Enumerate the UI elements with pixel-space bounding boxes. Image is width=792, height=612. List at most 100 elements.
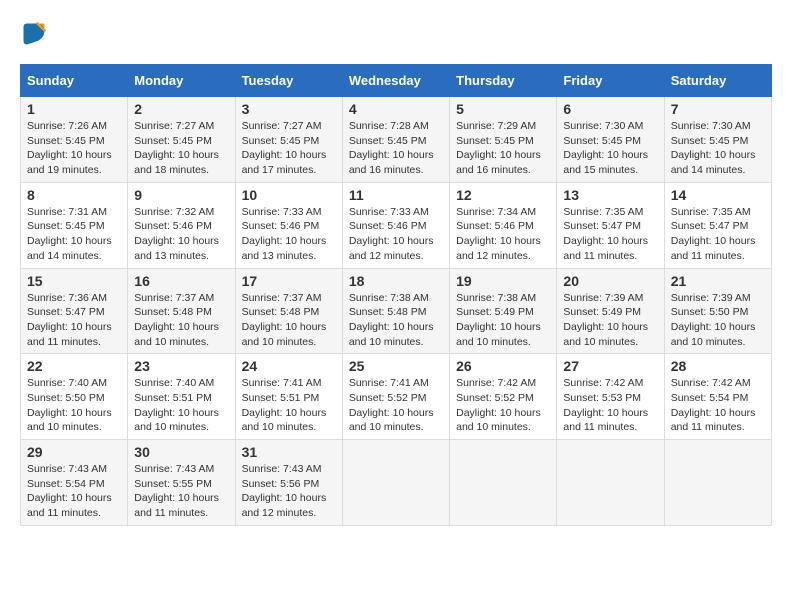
- header-cell-friday: Friday: [557, 65, 664, 97]
- day-info: Sunrise: 7:42 AMSunset: 5:54 PMDaylight:…: [671, 376, 765, 435]
- calendar-header: SundayMondayTuesdayWednesdayThursdayFrid…: [21, 65, 772, 97]
- day-number: 7: [671, 101, 765, 117]
- day-info: Sunrise: 7:33 AMSunset: 5:46 PMDaylight:…: [242, 205, 336, 264]
- calendar-cell: 23 Sunrise: 7:40 AMSunset: 5:51 PMDayligh…: [128, 354, 235, 440]
- day-number: 4: [349, 101, 443, 117]
- calendar-cell: 17 Sunrise: 7:37 AMSunset: 5:48 PMDayligh…: [235, 268, 342, 354]
- day-number: 18: [349, 273, 443, 289]
- day-info: Sunrise: 7:39 AMSunset: 5:49 PMDaylight:…: [563, 291, 657, 350]
- calendar-cell: [557, 440, 664, 526]
- day-number: 27: [563, 358, 657, 374]
- day-number: 26: [456, 358, 550, 374]
- day-number: 15: [27, 273, 121, 289]
- day-number: 22: [27, 358, 121, 374]
- calendar-cell: 15 Sunrise: 7:36 AMSunset: 5:47 PMDayligh…: [21, 268, 128, 354]
- day-info: Sunrise: 7:36 AMSunset: 5:47 PMDaylight:…: [27, 291, 121, 350]
- calendar-cell: 24 Sunrise: 7:41 AMSunset: 5:51 PMDayligh…: [235, 354, 342, 440]
- calendar-cell: 3 Sunrise: 7:27 AMSunset: 5:45 PMDaylight…: [235, 97, 342, 183]
- header-cell-tuesday: Tuesday: [235, 65, 342, 97]
- day-info: Sunrise: 7:27 AMSunset: 5:45 PMDaylight:…: [134, 119, 228, 178]
- calendar-week-4: 22 Sunrise: 7:40 AMSunset: 5:50 PMDayligh…: [21, 354, 772, 440]
- calendar-week-2: 8 Sunrise: 7:31 AMSunset: 5:45 PMDaylight…: [21, 182, 772, 268]
- day-number: 20: [563, 273, 657, 289]
- day-number: 5: [456, 101, 550, 117]
- calendar-cell: 8 Sunrise: 7:31 AMSunset: 5:45 PMDaylight…: [21, 182, 128, 268]
- day-number: 12: [456, 187, 550, 203]
- calendar-week-3: 15 Sunrise: 7:36 AMSunset: 5:47 PMDayligh…: [21, 268, 772, 354]
- day-info: Sunrise: 7:37 AMSunset: 5:48 PMDaylight:…: [242, 291, 336, 350]
- calendar-cell: 11 Sunrise: 7:33 AMSunset: 5:46 PMDayligh…: [342, 182, 449, 268]
- day-number: 1: [27, 101, 121, 117]
- day-info: Sunrise: 7:41 AMSunset: 5:52 PMDaylight:…: [349, 376, 443, 435]
- day-info: Sunrise: 7:35 AMSunset: 5:47 PMDaylight:…: [563, 205, 657, 264]
- day-info: Sunrise: 7:43 AMSunset: 5:56 PMDaylight:…: [242, 462, 336, 521]
- calendar-cell: 20 Sunrise: 7:39 AMSunset: 5:49 PMDayligh…: [557, 268, 664, 354]
- day-number: 14: [671, 187, 765, 203]
- calendar-cell: 1 Sunrise: 7:26 AMSunset: 5:45 PMDaylight…: [21, 97, 128, 183]
- calendar-cell: 4 Sunrise: 7:28 AMSunset: 5:45 PMDaylight…: [342, 97, 449, 183]
- day-info: Sunrise: 7:35 AMSunset: 5:47 PMDaylight:…: [671, 205, 765, 264]
- day-info: Sunrise: 7:43 AMSunset: 5:54 PMDaylight:…: [27, 462, 121, 521]
- calendar-table: SundayMondayTuesdayWednesdayThursdayFrid…: [20, 64, 772, 526]
- day-number: 25: [349, 358, 443, 374]
- calendar-cell: 30 Sunrise: 7:43 AMSunset: 5:55 PMDayligh…: [128, 440, 235, 526]
- day-info: Sunrise: 7:26 AMSunset: 5:45 PMDaylight:…: [27, 119, 121, 178]
- day-number: 31: [242, 444, 336, 460]
- calendar-cell: [450, 440, 557, 526]
- calendar-cell: 18Sunrise: 7:38 AMSunset: 5:48 PMDayligh…: [342, 268, 449, 354]
- day-number: 23: [134, 358, 228, 374]
- calendar-cell: 27 Sunrise: 7:42 AMSunset: 5:53 PMDayligh…: [557, 354, 664, 440]
- calendar-cell: 31 Sunrise: 7:43 AMSunset: 5:56 PMDayligh…: [235, 440, 342, 526]
- day-number: 10: [242, 187, 336, 203]
- day-info: Sunrise: 7:31 AMSunset: 5:45 PMDaylight:…: [27, 205, 121, 264]
- header-cell-saturday: Saturday: [664, 65, 771, 97]
- calendar-cell: 22 Sunrise: 7:40 AMSunset: 5:50 PMDayligh…: [21, 354, 128, 440]
- calendar-cell: 5Sunrise: 7:29 AMSunset: 5:45 PMDaylight…: [450, 97, 557, 183]
- day-number: 2: [134, 101, 228, 117]
- day-number: 28: [671, 358, 765, 374]
- day-info: Sunrise: 7:37 AMSunset: 5:48 PMDaylight:…: [134, 291, 228, 350]
- day-info: Sunrise: 7:43 AMSunset: 5:55 PMDaylight:…: [134, 462, 228, 521]
- calendar-cell: 28 Sunrise: 7:42 AMSunset: 5:54 PMDayligh…: [664, 354, 771, 440]
- day-number: 19: [456, 273, 550, 289]
- day-info: Sunrise: 7:32 AMSunset: 5:46 PMDaylight:…: [134, 205, 228, 264]
- day-number: 21: [671, 273, 765, 289]
- calendar-cell: 14 Sunrise: 7:35 AMSunset: 5:47 PMDayligh…: [664, 182, 771, 268]
- day-number: 30: [134, 444, 228, 460]
- day-number: 17: [242, 273, 336, 289]
- header-row: SundayMondayTuesdayWednesdayThursdayFrid…: [21, 65, 772, 97]
- day-info: Sunrise: 7:38 AMSunset: 5:49 PMDaylight:…: [456, 291, 550, 350]
- calendar-cell: 25 Sunrise: 7:41 AMSunset: 5:52 PMDayligh…: [342, 354, 449, 440]
- day-info: Sunrise: 7:40 AMSunset: 5:50 PMDaylight:…: [27, 376, 121, 435]
- day-number: 13: [563, 187, 657, 203]
- day-number: 29: [27, 444, 121, 460]
- day-info: Sunrise: 7:28 AMSunset: 5:45 PMDaylight:…: [349, 119, 443, 178]
- day-number: 11: [349, 187, 443, 203]
- day-info: Sunrise: 7:30 AMSunset: 5:45 PMDaylight:…: [671, 119, 765, 178]
- day-number: 16: [134, 273, 228, 289]
- day-info: Sunrise: 7:40 AMSunset: 5:51 PMDaylight:…: [134, 376, 228, 435]
- calendar-cell: 7 Sunrise: 7:30 AMSunset: 5:45 PMDaylight…: [664, 97, 771, 183]
- calendar-body: 1 Sunrise: 7:26 AMSunset: 5:45 PMDaylight…: [21, 97, 772, 526]
- day-number: 3: [242, 101, 336, 117]
- day-number: 8: [27, 187, 121, 203]
- day-info: Sunrise: 7:33 AMSunset: 5:46 PMDaylight:…: [349, 205, 443, 264]
- calendar-week-1: 1 Sunrise: 7:26 AMSunset: 5:45 PMDaylight…: [21, 97, 772, 183]
- calendar-cell: 10 Sunrise: 7:33 AMSunset: 5:46 PMDayligh…: [235, 182, 342, 268]
- calendar-cell: 26Sunrise: 7:42 AMSunset: 5:52 PMDayligh…: [450, 354, 557, 440]
- calendar-cell: 29 Sunrise: 7:43 AMSunset: 5:54 PMDayligh…: [21, 440, 128, 526]
- calendar-cell: 13 Sunrise: 7:35 AMSunset: 5:47 PMDayligh…: [557, 182, 664, 268]
- day-number: 6: [563, 101, 657, 117]
- calendar-cell: 16 Sunrise: 7:37 AMSunset: 5:48 PMDayligh…: [128, 268, 235, 354]
- day-info: Sunrise: 7:41 AMSunset: 5:51 PMDaylight:…: [242, 376, 336, 435]
- day-number: 24: [242, 358, 336, 374]
- day-info: Sunrise: 7:27 AMSunset: 5:45 PMDaylight:…: [242, 119, 336, 178]
- header-cell-monday: Monday: [128, 65, 235, 97]
- day-info: Sunrise: 7:39 AMSunset: 5:50 PMDaylight:…: [671, 291, 765, 350]
- header-cell-sunday: Sunday: [21, 65, 128, 97]
- day-info: Sunrise: 7:34 AMSunset: 5:46 PMDaylight:…: [456, 205, 550, 264]
- calendar-cell: 12 Sunrise: 7:34 AMSunset: 5:46 PMDayligh…: [450, 182, 557, 268]
- calendar-cell: 19 Sunrise: 7:38 AMSunset: 5:49 PMDayligh…: [450, 268, 557, 354]
- header-cell-thursday: Thursday: [450, 65, 557, 97]
- day-info: Sunrise: 7:42 AMSunset: 5:53 PMDaylight:…: [563, 376, 657, 435]
